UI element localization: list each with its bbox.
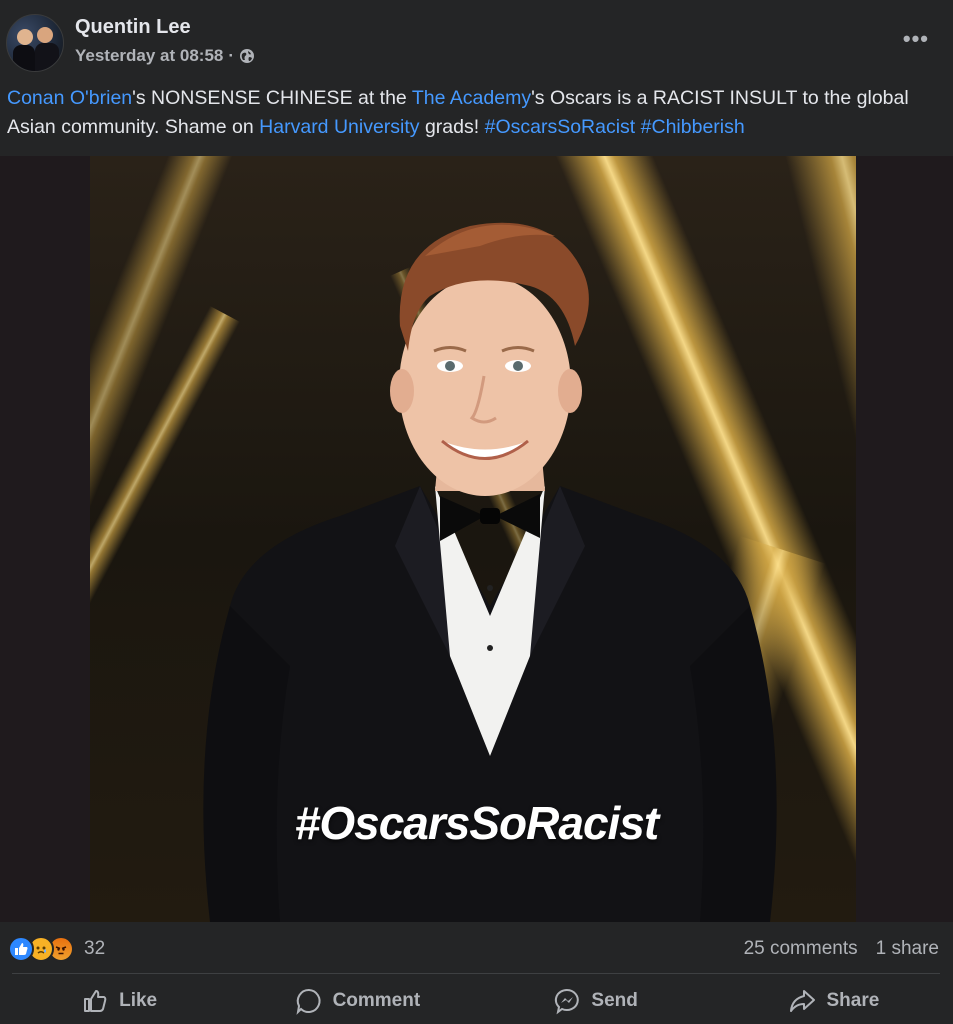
reaction-count[interactable]: 32	[84, 938, 105, 960]
send-label: Send	[591, 990, 638, 1011]
thumbs-up-icon	[84, 990, 107, 1012]
post-header: Quentin Lee Yesterday at 08:58 · •••	[0, 0, 953, 76]
actions-divider	[12, 973, 940, 974]
post-actions-bar: Like Comment Send Share	[0, 978, 953, 1024]
post-stats: 25 comments 1 share	[744, 938, 939, 960]
comments-count[interactable]: 25 comments	[744, 938, 858, 960]
comment-bubble-icon	[296, 988, 321, 1015]
like-button[interactable]: Like	[0, 978, 238, 1024]
post-timestamp[interactable]: Yesterday at 08:58	[75, 46, 223, 66]
more-options-button[interactable]: •••	[903, 26, 929, 52]
share-label: Share	[826, 990, 880, 1011]
avatar-figure-right	[35, 43, 59, 71]
author-name[interactable]: Quentin Lee	[75, 16, 191, 39]
post-caption: Conan O'brien's NONSENSE CHINESE at the …	[7, 84, 947, 142]
avatar-face-right	[37, 27, 53, 43]
comment-button[interactable]: Comment	[238, 978, 476, 1024]
post-meta: Yesterday at 08:58 ·	[75, 46, 255, 66]
author-avatar[interactable]	[6, 14, 64, 72]
like-icon	[8, 936, 34, 962]
send-button[interactable]: Send	[477, 978, 715, 1024]
avatar-figure-left	[13, 45, 35, 71]
tag-harvard-university[interactable]: Harvard University	[259, 116, 419, 138]
caption-text-3: grads!	[419, 116, 485, 138]
post-image[interactable]: #OscarsSoRacist	[0, 156, 953, 922]
reaction-summary[interactable]: 32	[8, 934, 105, 964]
meta-separator: ·	[228, 46, 235, 65]
globe-icon	[240, 49, 255, 63]
like-label: Like	[119, 990, 158, 1011]
shares-count[interactable]: 1 share	[876, 938, 939, 960]
share-button[interactable]: Share	[715, 978, 953, 1024]
hashtag-oscarssoracist[interactable]: #OscarsSoRacist	[485, 116, 636, 138]
hashtag-chibberish[interactable]: #Chibberish	[641, 116, 745, 138]
image-overlay-hashtag: #OscarsSoRacist	[294, 797, 659, 849]
caption-text-1: 's NONSENSE CHINESE at the	[132, 87, 412, 109]
tag-the-academy[interactable]: The Academy	[412, 87, 531, 109]
comment-label: Comment	[332, 990, 421, 1011]
tag-conan-obrien[interactable]: Conan O'brien	[7, 87, 132, 109]
avatar-face-left	[17, 29, 33, 45]
share-arrow-icon	[790, 990, 816, 1012]
messenger-icon	[555, 988, 580, 1015]
